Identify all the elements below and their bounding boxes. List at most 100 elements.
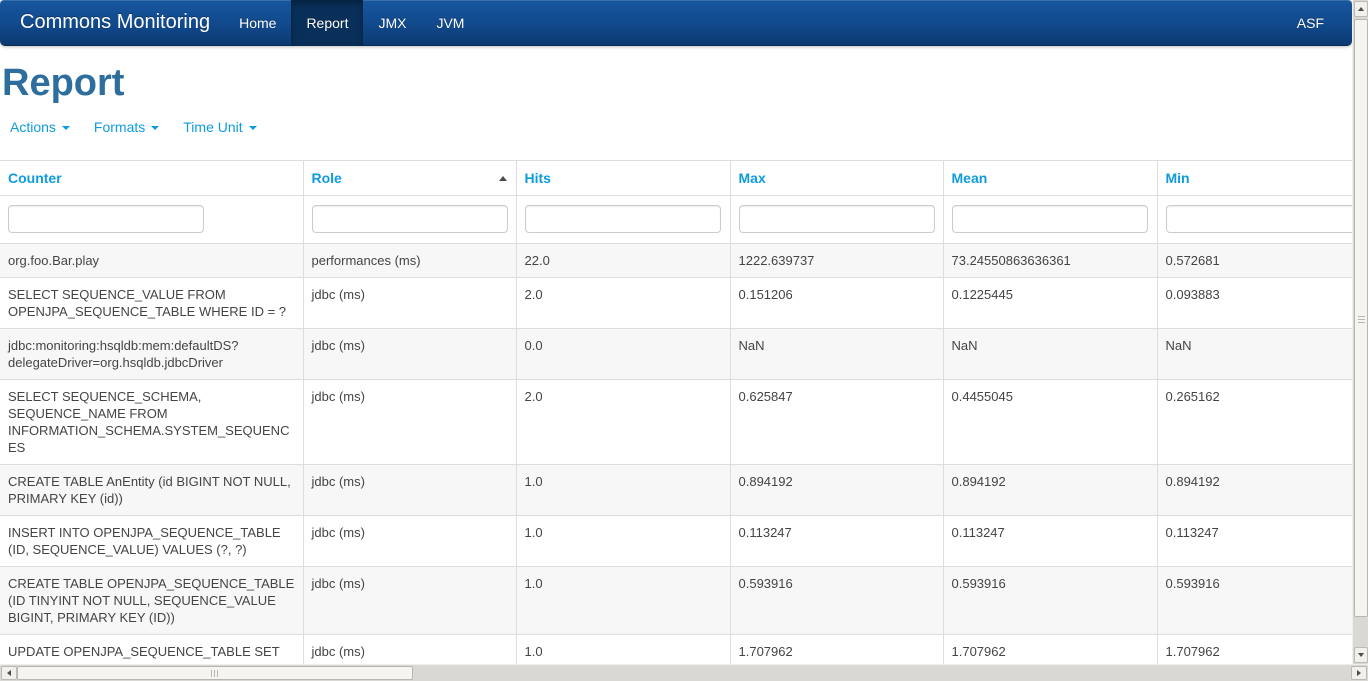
cell-role: jdbc (ms) [303, 380, 516, 465]
cell-hits: 0.0 [516, 329, 730, 380]
filter-input-max[interactable] [739, 205, 935, 233]
table-row[interactable]: SELECT SEQUENCE_SCHEMA, SEQUENCE_NAME FR… [0, 380, 1352, 465]
cell-hits: 2.0 [516, 380, 730, 465]
caret-down-icon [151, 126, 159, 130]
cell-max: 0.593916 [730, 567, 943, 635]
toolbar: Actions Formats Time Unit [10, 119, 1352, 136]
nav-item-report[interactable]: Report [291, 0, 363, 45]
scrollbar-grip-icon [211, 670, 218, 677]
column-header-role[interactable]: Role [303, 161, 516, 196]
horizontal-scrollbar-thumb[interactable] [17, 666, 413, 680]
formats-menu[interactable]: Formats [94, 119, 159, 136]
nav-items: Home Report JMX JVM [224, 0, 479, 45]
cell-mean: 0.113247 [943, 516, 1157, 567]
cell-counter: CREATE TABLE AnEntity (id BIGINT NOT NUL… [0, 465, 303, 516]
cell-mean: 0.593916 [943, 567, 1157, 635]
column-header-counter[interactable]: Counter [0, 161, 303, 196]
cell-max: NaN [730, 329, 943, 380]
filter-input-min[interactable] [1166, 205, 1353, 233]
column-header-hits[interactable]: Hits [516, 161, 730, 196]
nav-item-jmx[interactable]: JMX [363, 0, 421, 45]
arrow-down-icon [1358, 653, 1364, 657]
caret-down-icon [249, 126, 257, 130]
table-row[interactable]: CREATE TABLE AnEntity (id BIGINT NOT NUL… [0, 465, 1352, 516]
filter-input-mean[interactable] [952, 205, 1148, 233]
cell-role: jdbc (ms) [303, 516, 516, 567]
cell-counter: CREATE TABLE OPENJPA_SEQUENCE_TABLE (ID … [0, 567, 303, 635]
horizontal-scrollbar[interactable] [0, 664, 1368, 681]
table-row[interactable]: UPDATE OPENJPA_SEQUENCE_TABLE SET SEQUEN… [0, 635, 1352, 665]
cell-min: 0.593916 [1157, 567, 1352, 635]
cell-hits: 22.0 [516, 244, 730, 278]
table-row[interactable]: SELECT SEQUENCE_VALUE FROM OPENJPA_SEQUE… [0, 278, 1352, 329]
cell-mean: 0.1225445 [943, 278, 1157, 329]
filter-input-counter[interactable] [8, 205, 204, 233]
report-table: Counter Role Hits Max Mean Min org.foo.B… [0, 160, 1352, 664]
arrow-left-icon [7, 670, 11, 676]
scroll-right-button[interactable] [1351, 666, 1367, 680]
column-header-min[interactable]: Min [1157, 161, 1352, 196]
header-row: Counter Role Hits Max Mean Min [0, 161, 1352, 196]
cell-mean: 0.894192 [943, 465, 1157, 516]
cell-min: 0.572681 [1157, 244, 1352, 278]
cell-counter: jdbc:monitoring:hsqldb:mem:defaultDS? de… [0, 329, 303, 380]
page-viewport: Commons Monitoring Home Report JMX JVM A… [0, 0, 1352, 664]
nav-item-asf[interactable]: ASF [1282, 0, 1352, 45]
cell-counter: org.foo.Bar.play [0, 244, 303, 278]
time-unit-menu[interactable]: Time Unit [183, 119, 256, 136]
table-body: org.foo.Bar.playperformances (ms)22.0122… [0, 244, 1352, 665]
cell-min: 0.894192 [1157, 465, 1352, 516]
cell-min: 0.093883 [1157, 278, 1352, 329]
filter-cell [0, 196, 303, 244]
cell-role: jdbc (ms) [303, 465, 516, 516]
nav-item-home[interactable]: Home [224, 0, 291, 45]
cell-max: 1222.639737 [730, 244, 943, 278]
cell-mean: NaN [943, 329, 1157, 380]
table-row[interactable]: INSERT INTO OPENJPA_SEQUENCE_TABLE (ID, … [0, 516, 1352, 567]
time-unit-menu-label: Time Unit [183, 119, 242, 135]
cell-hits: 1.0 [516, 635, 730, 665]
table-row[interactable]: CREATE TABLE OPENJPA_SEQUENCE_TABLE (ID … [0, 567, 1352, 635]
scroll-up-button[interactable] [1354, 1, 1368, 17]
cell-role: jdbc (ms) [303, 567, 516, 635]
cell-counter: INSERT INTO OPENJPA_SEQUENCE_TABLE (ID, … [0, 516, 303, 567]
cell-min: 0.113247 [1157, 516, 1352, 567]
vertical-scrollbar[interactable] [1352, 0, 1368, 664]
column-header-max[interactable]: Max [730, 161, 943, 196]
caret-down-icon [62, 126, 70, 130]
column-header-mean[interactable]: Mean [943, 161, 1157, 196]
cell-hits: 2.0 [516, 278, 730, 329]
filter-input-hits[interactable] [525, 205, 721, 233]
filter-cell [303, 196, 516, 244]
filter-cell [1157, 196, 1352, 244]
brand[interactable]: Commons Monitoring [0, 0, 224, 45]
scroll-down-button[interactable] [1354, 647, 1368, 663]
table-row[interactable]: jdbc:monitoring:hsqldb:mem:defaultDS? de… [0, 329, 1352, 380]
scroll-left-button[interactable] [1, 666, 17, 680]
cell-hits: 1.0 [516, 465, 730, 516]
column-header-role-label: Role [312, 170, 342, 186]
cell-mean: 1.707962 [943, 635, 1157, 665]
arrow-up-icon [1358, 7, 1364, 11]
cell-max: 0.625847 [730, 380, 943, 465]
table-row[interactable]: org.foo.Bar.playperformances (ms)22.0122… [0, 244, 1352, 278]
cell-role: jdbc (ms) [303, 278, 516, 329]
cell-min: 1.707962 [1157, 635, 1352, 665]
scrollbar-grip-icon [1358, 316, 1365, 323]
vertical-scrollbar-thumb[interactable] [1354, 19, 1368, 617]
cell-max: 0.113247 [730, 516, 943, 567]
cell-counter: SELECT SEQUENCE_SCHEMA, SEQUENCE_NAME FR… [0, 380, 303, 465]
cell-hits: 1.0 [516, 567, 730, 635]
cell-mean: 0.4455045 [943, 380, 1157, 465]
cell-role: jdbc (ms) [303, 329, 516, 380]
page-title: Report [2, 63, 1352, 103]
actions-menu[interactable]: Actions [10, 119, 70, 136]
filter-cell [516, 196, 730, 244]
filter-cell [943, 196, 1157, 244]
cell-max: 0.894192 [730, 465, 943, 516]
cell-max: 0.151206 [730, 278, 943, 329]
filter-input-role[interactable] [312, 205, 508, 233]
cell-role: jdbc (ms) [303, 635, 516, 665]
sort-ascending-icon [499, 176, 507, 181]
nav-item-jvm[interactable]: JVM [421, 0, 479, 45]
